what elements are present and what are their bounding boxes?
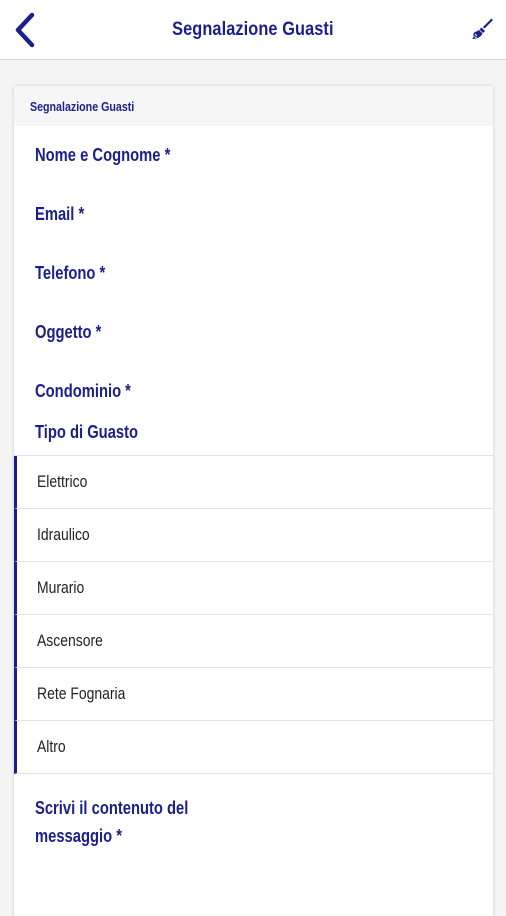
fault-type-title-text: Tipo di Guasto (35, 421, 139, 442)
fault-option-elevator[interactable]: Ascensore (14, 615, 493, 668)
message-field[interactable]: Scrivi il contenuto del messaggio * (14, 774, 493, 850)
fault-option-plumbing[interactable]: Idraulico (14, 509, 493, 562)
fault-option-label: Murario (37, 578, 85, 597)
subject-label: Oggetto * (35, 322, 102, 342)
top-app-bar: Segnalazione Guasti (0, 0, 506, 60)
email-field[interactable]: Email * (14, 185, 493, 244)
fault-type-title: Tipo di Guasto (14, 409, 493, 455)
fault-option-electrical[interactable]: Elettrico (14, 456, 493, 509)
fault-report-card: Segnalazione Guasti Nome e Cognome * Ema… (14, 86, 493, 916)
brush-button[interactable] (468, 15, 496, 43)
fault-option-label: Idraulico (37, 525, 90, 544)
page-title: Segnalazione Guasti (172, 18, 334, 40)
fault-option-masonry[interactable]: Murario (14, 562, 493, 615)
message-label-line1: Scrivi il contenuto del (35, 798, 189, 818)
card-title: Segnalazione Guasti (30, 98, 135, 114)
fault-type-options: Elettrico Idraulico Murario Ascensore Re… (14, 455, 493, 774)
chevron-left-icon (15, 12, 35, 48)
back-button[interactable] (8, 10, 42, 50)
fault-option-other[interactable]: Altro (14, 721, 493, 774)
full-name-label: Nome e Cognome * (35, 145, 171, 165)
full-name-field[interactable]: Nome e Cognome * (14, 126, 493, 185)
subject-field[interactable]: Oggetto * (14, 303, 493, 362)
brush-icon (472, 18, 493, 39)
fault-option-label: Altro (37, 737, 66, 756)
condominium-label: Condominio * (35, 381, 131, 401)
phone-label: Telefono * (35, 263, 106, 283)
fault-option-label: Elettrico (37, 472, 88, 491)
card-header: Segnalazione Guasti (14, 86, 493, 126)
fault-option-sewer[interactable]: Rete Fognaria (14, 668, 493, 721)
fault-option-label: Rete Fognaria (37, 684, 126, 703)
phone-field[interactable]: Telefono * (14, 244, 493, 303)
email-label: Email * (35, 204, 85, 224)
message-label-line2: messaggio * (35, 826, 122, 846)
fault-option-label: Ascensore (37, 631, 103, 650)
